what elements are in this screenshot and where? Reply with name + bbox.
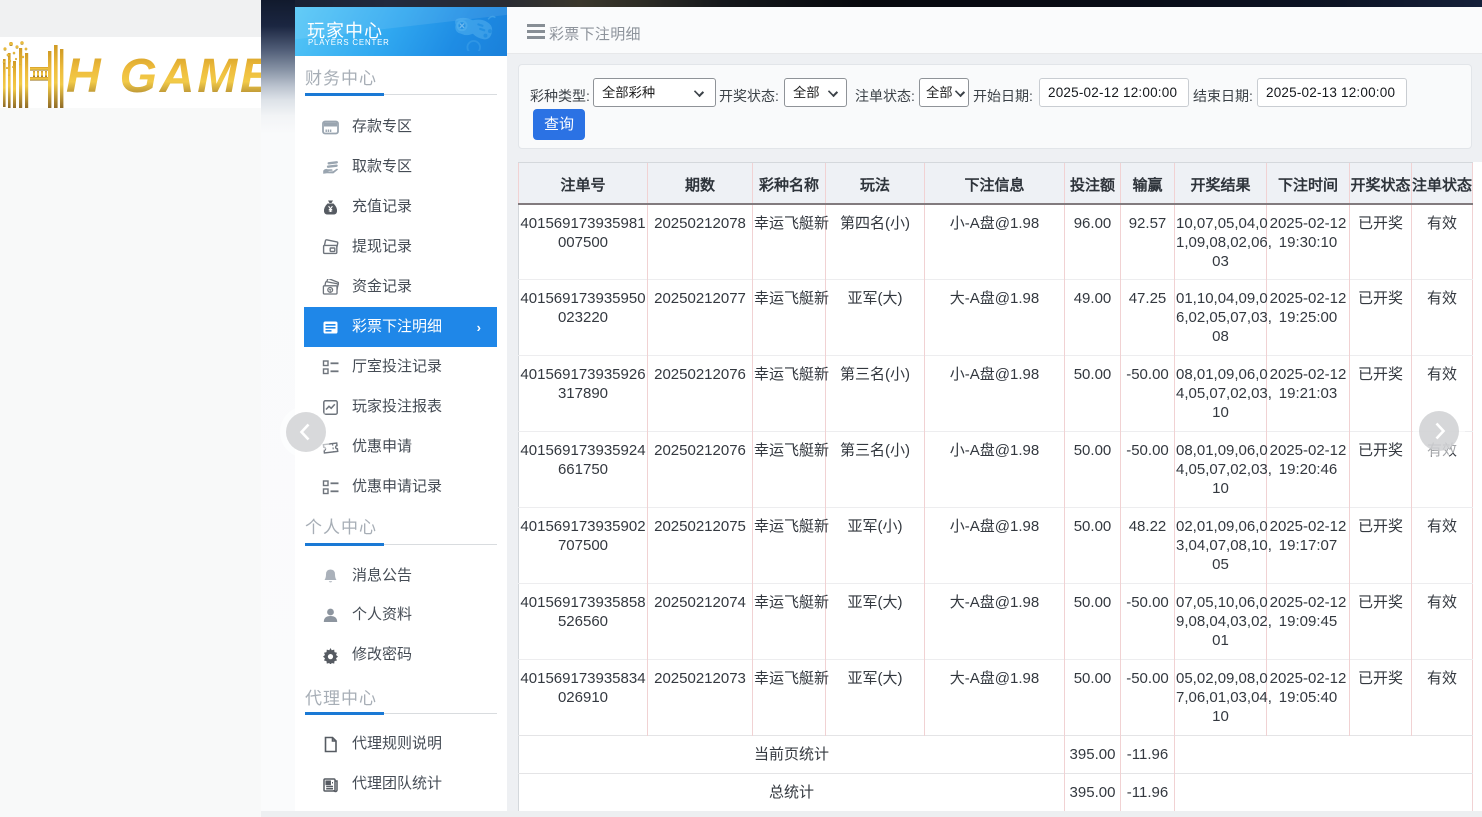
svg-text:H GAME: H GAME xyxy=(66,50,261,103)
